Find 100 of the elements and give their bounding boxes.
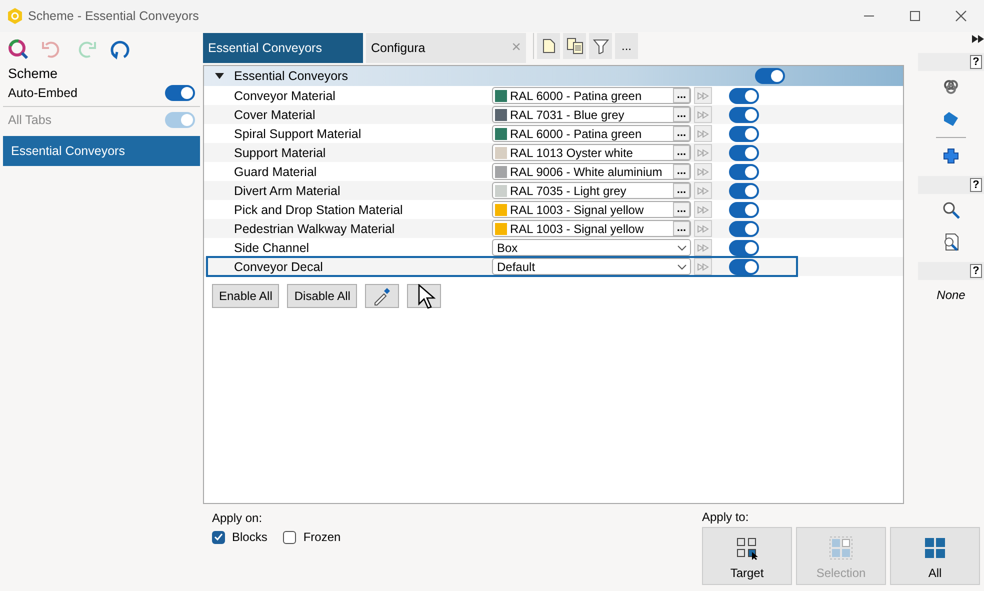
property-label: Conveyor Material — [234, 88, 336, 102]
grid-icon — [923, 536, 947, 560]
copy-button[interactable] — [563, 33, 586, 59]
apply-button[interactable]: All — [890, 527, 980, 585]
toggle-switch[interactable] — [729, 220, 759, 236]
help-button[interactable]: ? — [970, 55, 982, 69]
double-triangle-icon — [697, 206, 709, 214]
checkbox[interactable] — [283, 530, 296, 544]
property-label: Side Channel — [234, 240, 310, 254]
search-icon[interactable] — [7, 38, 29, 60]
property-row[interactable]: Guard Material RAL 9006 - White aluminium ... — [206, 162, 798, 181]
status-text: None — [936, 288, 966, 302]
sidebar-item[interactable]: Essential Conveyors — [3, 136, 200, 166]
document-search-icon[interactable] — [942, 233, 960, 251]
double-triangle-icon — [697, 186, 709, 194]
panel-title: Scheme — [8, 66, 58, 80]
window-title: Scheme - Essential Conveyors — [28, 9, 199, 23]
browse-button[interactable]: ... — [673, 145, 690, 160]
double-triangle-icon — [697, 130, 709, 138]
browse-button[interactable]: ... — [673, 126, 690, 141]
color-field[interactable]: RAL 6000 - Patina green ... — [492, 125, 691, 142]
toggle-switch[interactable] — [729, 126, 759, 142]
toggle-switch[interactable] — [729, 258, 759, 274]
toggle-switch[interactable] — [729, 202, 759, 218]
toggle-label: Auto-Embed — [8, 86, 78, 100]
toggle-switch[interactable] — [729, 182, 759, 198]
filter-icon — [592, 38, 608, 54]
browse-button[interactable]: ... — [673, 183, 690, 198]
checkbox-label: Blocks — [232, 530, 268, 544]
property-label: Conveyor Decal — [234, 260, 323, 274]
toggle-switch[interactable] — [729, 144, 759, 160]
search-icon[interactable] — [942, 201, 960, 219]
double-triangle-icon — [697, 148, 709, 156]
double-triangle-icon — [697, 224, 709, 232]
color-field[interactable]: RAL 6000 - Patina green ... — [492, 87, 691, 104]
pointer-icon — [418, 284, 438, 310]
property-label: Spiral Support Material — [234, 126, 362, 140]
copy-icon — [566, 37, 584, 55]
eyedropper-button[interactable] — [365, 284, 400, 308]
toggle-switch[interactable] — [729, 164, 759, 180]
new-document-button[interactable] — [537, 33, 560, 59]
property-label: Pick and Drop Station Material — [234, 202, 403, 216]
dropdown[interactable]: Default — [492, 258, 691, 275]
tab[interactable]: Configura × — [366, 33, 526, 63]
document-icon — [542, 38, 556, 54]
color-field[interactable]: RAL 1013 Oyster white ... — [492, 144, 691, 161]
property-row[interactable]: Pick and Drop Station Material RAL 1003 - Signal yellow ... — [206, 200, 798, 219]
apply-button[interactable]: Target — [702, 527, 792, 585]
property-label: Support Material — [234, 146, 326, 160]
section-label: Apply to: — [702, 510, 750, 524]
tool-button[interactable] — [407, 284, 442, 308]
collapse-arrow-icon[interactable] — [214, 73, 224, 79]
browse-button[interactable]: ... — [673, 88, 690, 103]
toggle-switch[interactable] — [729, 106, 759, 122]
property-row[interactable]: Conveyor Decal Default — [206, 256, 798, 277]
section-label: Apply on: — [212, 511, 264, 525]
action-button[interactable]: Enable All — [212, 284, 280, 308]
double-arrow-icon[interactable] — [972, 35, 984, 43]
tag-icon[interactable] — [942, 110, 960, 128]
refresh-icon[interactable] — [109, 38, 131, 60]
double-triangle-icon — [697, 262, 709, 270]
help-button[interactable]: ? — [970, 178, 982, 192]
color-field[interactable]: RAL 9006 - White aluminium ... — [492, 163, 691, 180]
more-button[interactable]: ... — [615, 33, 638, 59]
double-triangle-icon — [697, 168, 709, 176]
plus-icon[interactable] — [943, 148, 959, 164]
property-label: Divert Arm Material — [234, 184, 340, 198]
browse-button[interactable]: ... — [673, 164, 690, 179]
browse-button[interactable]: ... — [673, 107, 690, 122]
eyedropper-icon — [372, 286, 392, 306]
toggle-switch[interactable] — [165, 85, 195, 101]
filter-button[interactable] — [589, 33, 612, 59]
tab[interactable]: Essential Conveyors — [203, 33, 363, 63]
selection-grid-icon — [829, 536, 853, 560]
app-logo-icon — [8, 8, 22, 24]
property-row[interactable]: Spiral Support Material RAL 6000 - Patina green ... — [206, 124, 798, 143]
double-triangle-icon — [697, 244, 709, 252]
double-triangle-icon — [697, 110, 709, 118]
property-row[interactable]: Conveyor Material RAL 6000 - Patina green ... — [206, 86, 798, 105]
toggle-switch[interactable] — [729, 240, 759, 256]
rings-icon[interactable] — [942, 78, 960, 96]
target-grid-icon — [735, 536, 759, 560]
color-field[interactable]: RAL 1003 - Signal yellow ... — [492, 201, 691, 218]
double-triangle-icon — [697, 92, 709, 100]
property-row[interactable]: Side Channel Box — [206, 238, 798, 257]
color-field[interactable]: RAL 7035 - Light grey ... — [492, 182, 691, 199]
dropdown[interactable]: Box — [492, 239, 691, 256]
action-button[interactable]: Disable All — [287, 284, 358, 308]
toggle-switch[interactable] — [729, 88, 759, 104]
color-field[interactable]: RAL 7031 - Blue grey ... — [492, 106, 691, 123]
toggle-switch[interactable] — [755, 68, 785, 84]
checkbox-label: Frozen — [303, 530, 341, 544]
property-label: Cover Material — [234, 108, 316, 122]
toggle-label: All Tabs — [8, 113, 52, 127]
browse-button[interactable]: ... — [673, 221, 690, 236]
checkbox[interactable] — [212, 530, 225, 544]
help-button[interactable]: ? — [970, 264, 982, 278]
browse-button[interactable]: ... — [673, 202, 690, 217]
property-label: Guard Material — [234, 164, 317, 178]
color-field[interactable]: RAL 1003 - Signal yellow ... — [492, 220, 691, 237]
